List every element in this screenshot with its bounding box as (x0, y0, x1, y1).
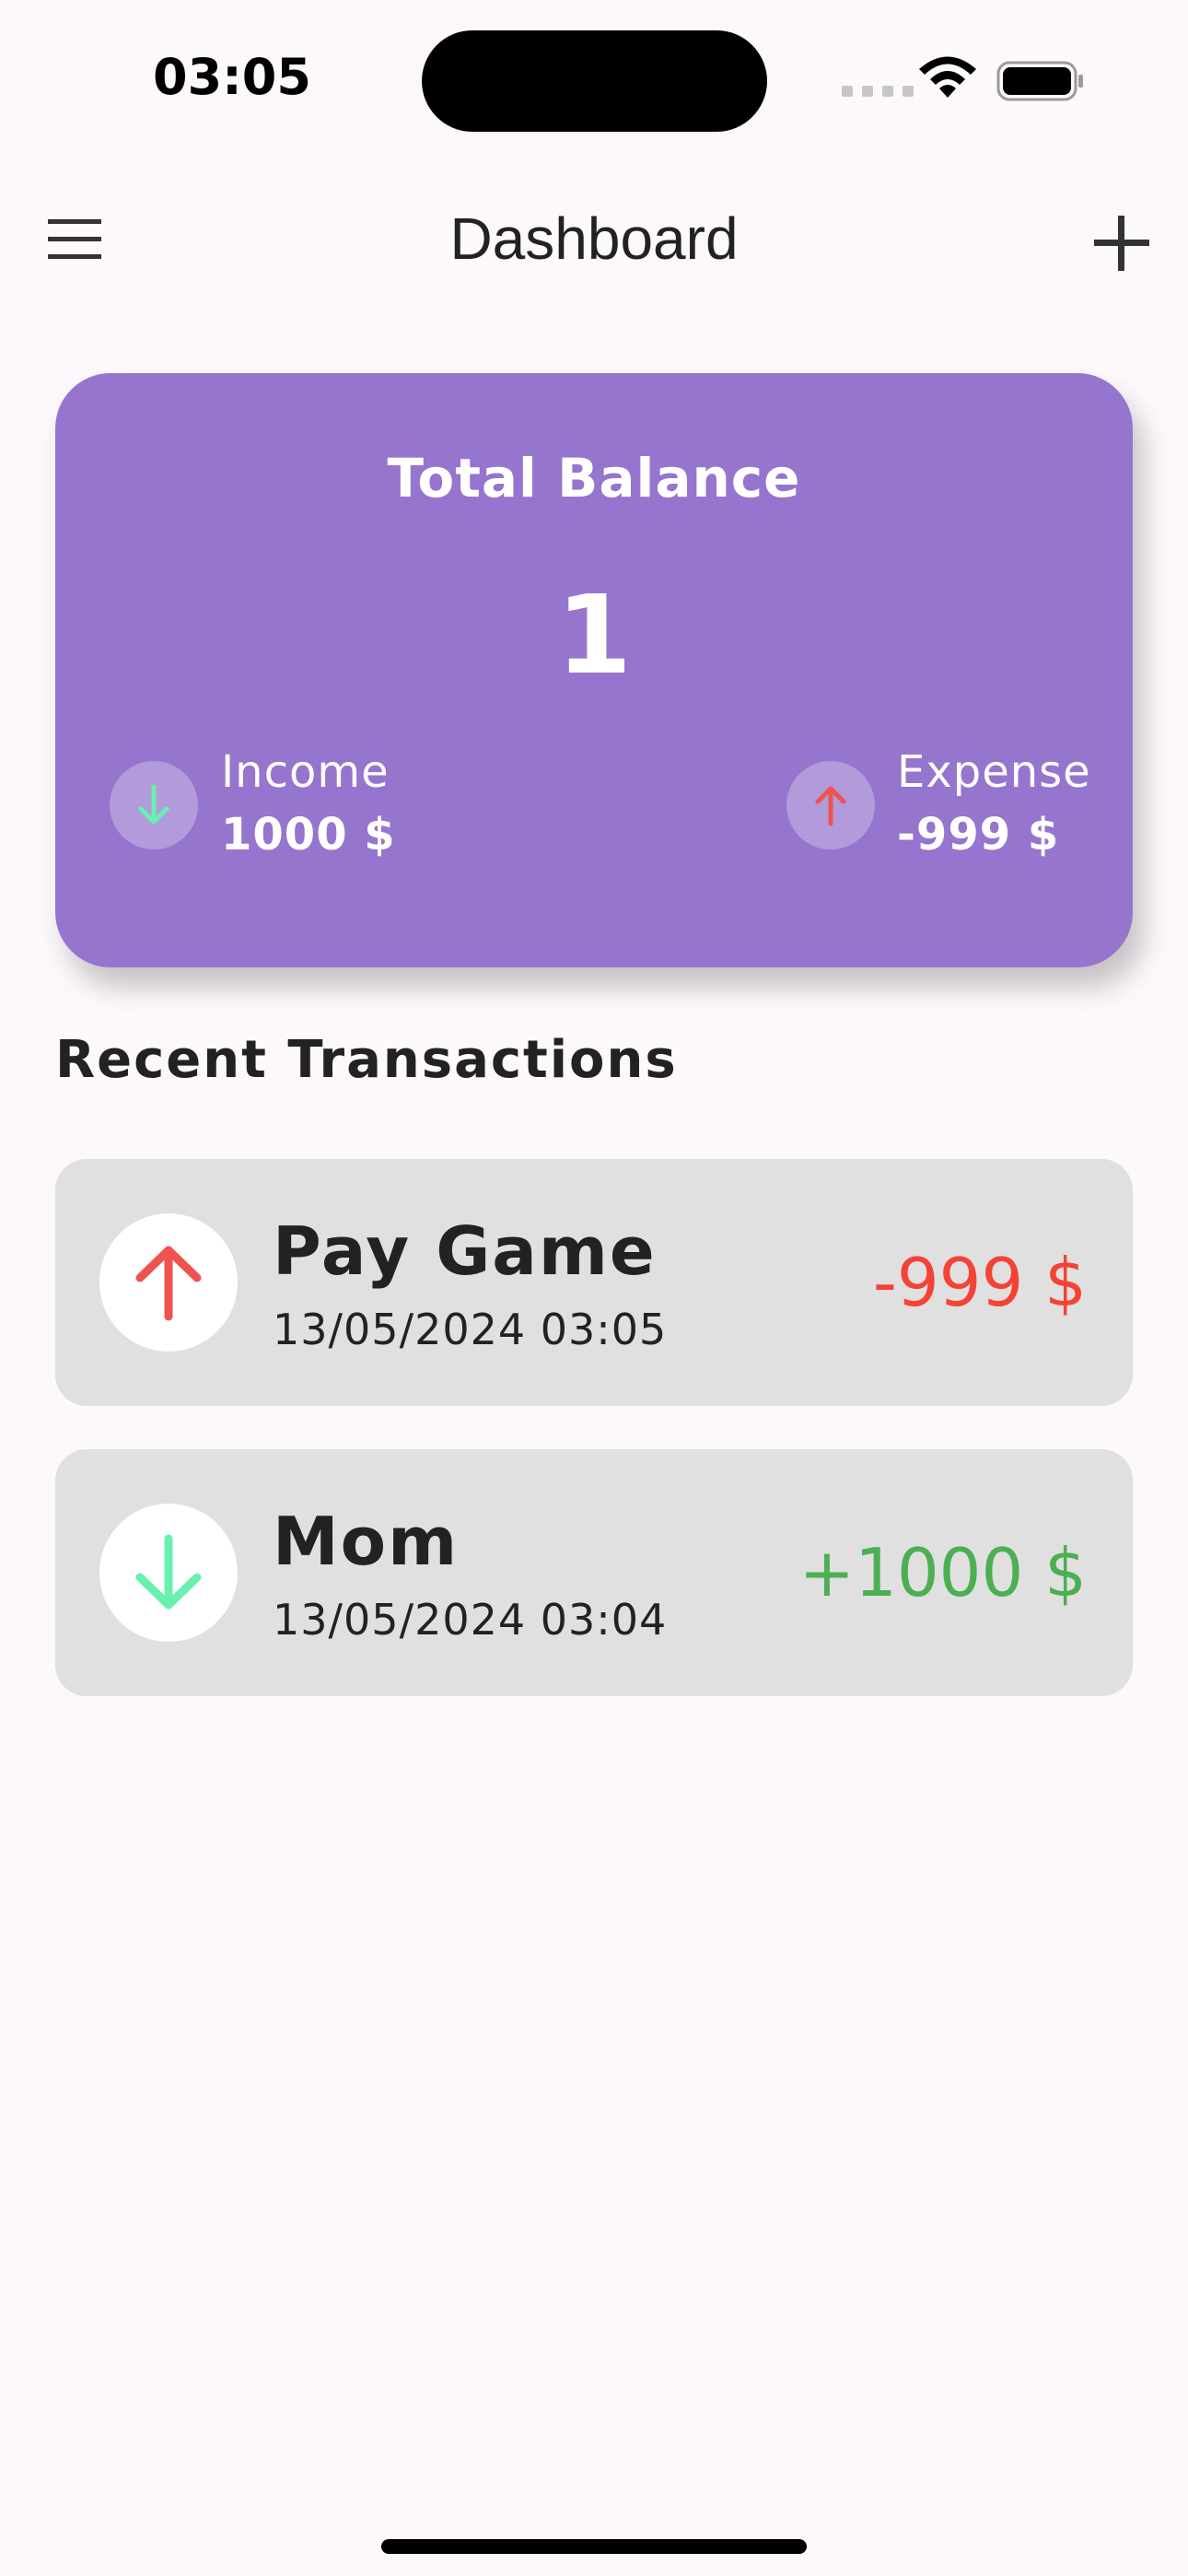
add-icon[interactable] (1092, 214, 1151, 273)
balance-title: Total Balance (387, 447, 801, 509)
transaction-amount: +1000 $ (798, 1534, 1087, 1611)
transaction-date: 13/05/2024 03:04 (273, 1595, 668, 1645)
balance-card: Total Balance 1 Income 1000 $ Expense -9… (55, 373, 1133, 967)
income-label: Income (221, 746, 390, 798)
transaction-icon-circle (99, 1504, 238, 1642)
arrow-up-icon (815, 786, 846, 826)
wifi-icon (919, 56, 976, 98)
cellular-signal-icon (842, 86, 914, 97)
expense-icon-circle (786, 761, 875, 849)
arrow-down-icon (138, 784, 169, 825)
expense-value: -999 $ (897, 809, 1060, 861)
arrow-up-icon (135, 1246, 202, 1321)
transaction-name: Mom (273, 1503, 460, 1580)
home-indicator[interactable] (381, 2539, 807, 2554)
transaction-date: 13/05/2024 03:05 (273, 1305, 668, 1354)
dynamic-island (422, 30, 767, 132)
page-title: Dashboard (449, 205, 739, 272)
expense-label: Expense (897, 746, 1091, 798)
arrow-down-icon (135, 1534, 202, 1610)
transaction-amount: -999 $ (872, 1244, 1087, 1321)
balance-amount: 1 (555, 571, 633, 698)
income-value: 1000 $ (221, 809, 396, 861)
status-time: 03:05 (153, 48, 311, 106)
transaction-icon-circle (99, 1213, 238, 1352)
transaction-item[interactable]: Pay Game 13/05/2024 03:05 -999 $ (55, 1159, 1133, 1406)
recent-transactions-title: Recent Transactions (55, 1030, 678, 1090)
transaction-name: Pay Game (273, 1212, 657, 1290)
battery-icon (996, 61, 1083, 101)
transaction-item[interactable]: Mom 13/05/2024 03:04 +1000 $ (55, 1449, 1133, 1696)
income-icon-circle (110, 761, 198, 849)
